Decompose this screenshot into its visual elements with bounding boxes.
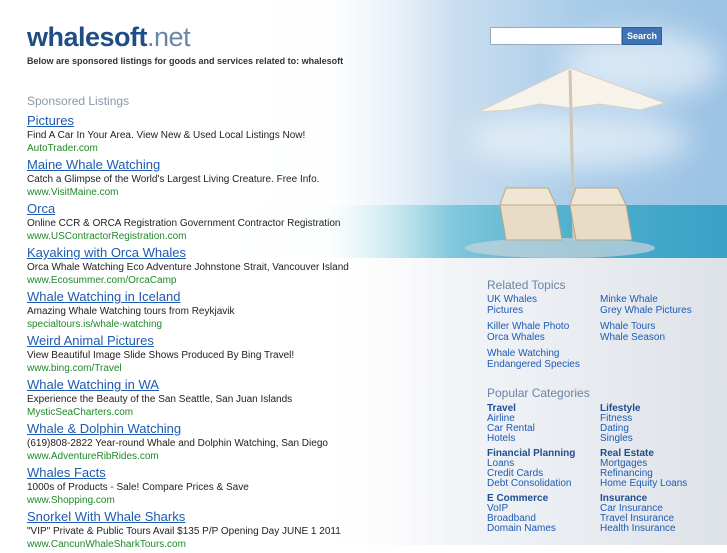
listing-url[interactable]: www.AdventureRibRides.com bbox=[27, 450, 447, 463]
category-group: E Commerce VoIP Broadband Domain Names bbox=[487, 493, 599, 538]
category-link[interactable]: Debt Consolidation bbox=[487, 479, 599, 489]
listing-description: Experience the Beauty of the San Seattle… bbox=[27, 394, 293, 405]
related-topic-link[interactable]: Orca Whales bbox=[487, 332, 599, 344]
listing-description: "VIP" Private & Public Tours Avail $135 … bbox=[27, 526, 341, 537]
category-link[interactable]: Domain Names bbox=[487, 524, 599, 534]
listing-title-link[interactable]: Maine Whale Watching bbox=[27, 157, 447, 173]
listing-item: Maine Whale Watching Catch a Glimpse of … bbox=[27, 157, 447, 201]
category-group: Financial Planning Loans Credit Cards De… bbox=[487, 448, 599, 493]
related-topic-group: Killer Whale Photo Orca Whales bbox=[487, 321, 599, 349]
listing-title-link[interactable]: Kayaking with Orca Whales bbox=[27, 245, 447, 261]
listing-title-link[interactable]: Whale Watching in Iceland bbox=[27, 289, 447, 305]
category-link[interactable]: Home Equity Loans bbox=[600, 479, 712, 489]
related-topic-link[interactable]: Pictures bbox=[487, 305, 599, 317]
category-link[interactable]: Singles bbox=[600, 434, 712, 444]
logo-tld: .net bbox=[147, 22, 191, 52]
listing-title-link[interactable]: Whales Facts bbox=[27, 465, 447, 481]
related-topic-link[interactable]: Whale Season bbox=[600, 332, 712, 344]
category-group: Lifestyle Fitness Dating Singles bbox=[600, 403, 712, 448]
listing-url[interactable]: www.Ecosummer.com/OrcaCamp bbox=[27, 274, 447, 287]
listing-item: Orca Online CCR & ORCA Registration Gove… bbox=[27, 201, 447, 245]
related-topic-group: Minke Whale Grey Whale Pictures bbox=[600, 294, 712, 322]
popular-categories-column-right: Lifestyle Fitness Dating Singles Real Es… bbox=[600, 403, 712, 538]
listing-item: Whale & Dolphin Watching (619)808-2822 Y… bbox=[27, 421, 447, 465]
category-link[interactable]: Health Insurance bbox=[600, 524, 712, 534]
listing-url[interactable]: www.bing.com/Travel bbox=[27, 362, 447, 375]
related-topic-link[interactable]: Endangered Species bbox=[487, 359, 599, 371]
listing-description: Online CCR & ORCA Registration Governmen… bbox=[27, 218, 341, 229]
site-logo[interactable]: whalesoft.net bbox=[27, 22, 191, 53]
listing-item: Whales Facts 1000s of Products - Sale! C… bbox=[27, 465, 447, 509]
category-group: Travel Airline Car Rental Hotels bbox=[487, 403, 599, 448]
listing-url[interactable]: MysticSeaCharters.com bbox=[27, 406, 447, 419]
category-group: Real Estate Mortgages Refinancing Home E… bbox=[600, 448, 712, 493]
listing-item: Kayaking with Orca Whales Orca Whale Wat… bbox=[27, 245, 447, 289]
listing-description: Amazing Whale Watching tours from Reykja… bbox=[27, 306, 235, 317]
listing-description: 1000s of Products - Sale! Compare Prices… bbox=[27, 482, 249, 493]
listing-title-link[interactable]: Weird Animal Pictures bbox=[27, 333, 447, 349]
listing-url[interactable]: www.VisitMaine.com bbox=[27, 186, 447, 199]
listing-description: Orca Whale Watching Eco Adventure Johnst… bbox=[27, 262, 349, 273]
listing-description: Catch a Glimpse of the World's Largest L… bbox=[27, 174, 320, 185]
listing-title-link[interactable]: Orca bbox=[27, 201, 447, 217]
listing-title-link[interactable]: Whale & Dolphin Watching bbox=[27, 421, 447, 437]
related-topic-link[interactable]: UK Whales bbox=[487, 294, 599, 306]
listing-item: Pictures Find A Car In Your Area. View N… bbox=[27, 113, 447, 157]
listing-description: (619)808-2822 Year-round Whale and Dolph… bbox=[27, 438, 328, 449]
listing-description: View Beautiful Image Slide Shows Produce… bbox=[27, 350, 295, 361]
related-topic-group: Whale Tours Whale Season bbox=[600, 321, 712, 349]
popular-categories-heading: Popular Categories bbox=[487, 386, 590, 400]
related-topic-link[interactable]: Whale Watching bbox=[487, 348, 599, 360]
listing-item: Weird Animal Pictures View Beautiful Ima… bbox=[27, 333, 447, 377]
search-input[interactable] bbox=[490, 27, 622, 45]
listing-title-link[interactable]: Whale Watching in WA bbox=[27, 377, 447, 393]
listing-item: Snorkel With Whale Sharks "VIP" Private … bbox=[27, 509, 447, 553]
listing-item: Whale Watching in WA Experience the Beau… bbox=[27, 377, 447, 421]
sponsored-listings: Pictures Find A Car In Your Area. View N… bbox=[27, 113, 447, 553]
related-topics-heading: Related Topics bbox=[487, 278, 566, 292]
related-topic-link[interactable]: Grey Whale Pictures bbox=[600, 305, 712, 317]
category-group: Insurance Car Insurance Travel Insurance… bbox=[600, 493, 712, 538]
related-topics-column-left: UK Whales Pictures Killer Whale Photo Or… bbox=[487, 294, 599, 376]
sponsored-listings-heading: Sponsored Listings bbox=[27, 94, 130, 108]
popular-categories-column-left: Travel Airline Car Rental Hotels Financi… bbox=[487, 403, 599, 538]
listing-url[interactable]: www.Shopping.com bbox=[27, 494, 447, 507]
related-topic-link[interactable]: Whale Tours bbox=[600, 321, 712, 333]
logo-name: whalesoft bbox=[27, 22, 148, 52]
tagline: Below are sponsored listings for goods a… bbox=[27, 56, 344, 66]
listing-item: Whale Watching in Iceland Amazing Whale … bbox=[27, 289, 447, 333]
listing-url[interactable]: AutoTrader.com bbox=[27, 142, 447, 155]
search-button[interactable]: Search bbox=[622, 27, 662, 45]
related-topic-link[interactable]: Killer Whale Photo bbox=[487, 321, 599, 333]
listing-title-link[interactable]: Snorkel With Whale Sharks bbox=[27, 509, 447, 525]
related-topics-column-right: Minke Whale Grey Whale Pictures Whale To… bbox=[600, 294, 712, 349]
listing-title-link[interactable]: Pictures bbox=[27, 113, 447, 129]
listing-url[interactable]: specialtours.is/whale-watching bbox=[27, 318, 447, 331]
related-topic-group: UK Whales Pictures bbox=[487, 294, 599, 322]
listing-description: Find A Car In Your Area. View New & Used… bbox=[27, 130, 306, 141]
related-topic-link[interactable]: Minke Whale bbox=[600, 294, 712, 306]
related-topic-group: Whale Watching Endangered Species bbox=[487, 348, 599, 376]
category-link[interactable]: Hotels bbox=[487, 434, 599, 444]
listing-url[interactable]: www.USContractorRegistration.com bbox=[27, 230, 447, 243]
